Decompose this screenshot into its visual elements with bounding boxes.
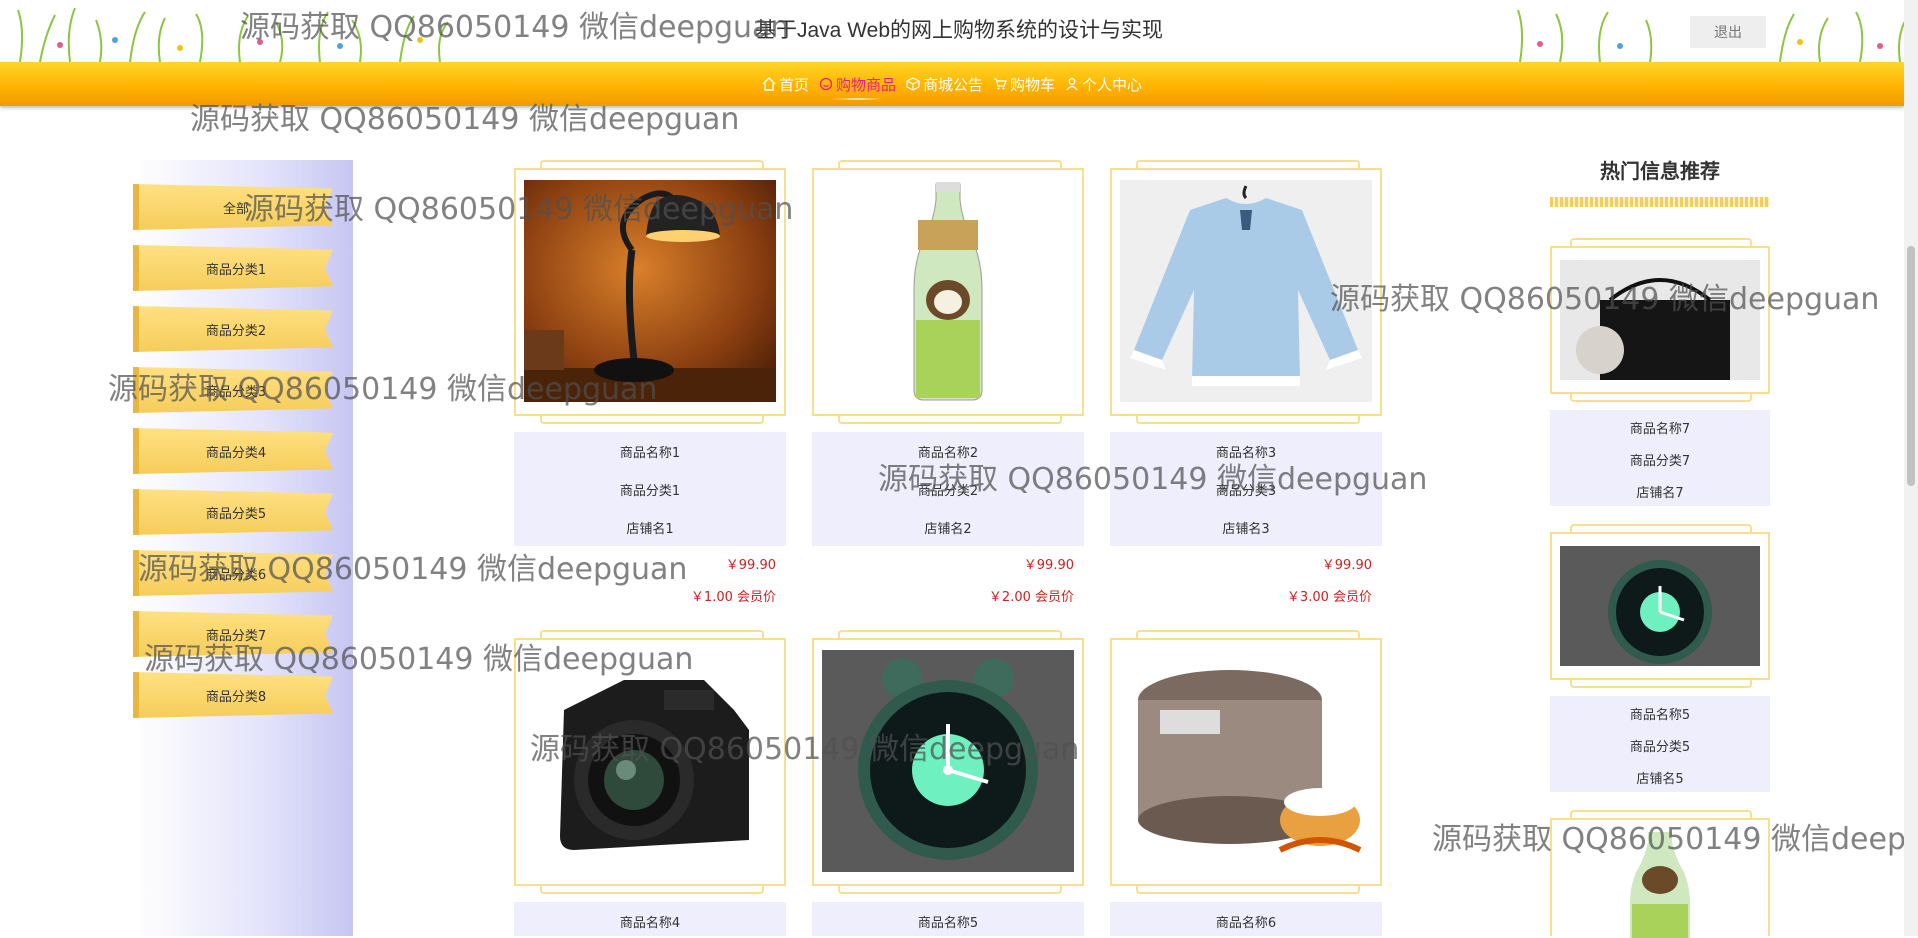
user-icon [1066, 78, 1078, 91]
category-item[interactable]: 商品分类8 [133, 672, 333, 718]
site-title: 基于Java Web的网上购物系统的设计与实现 [755, 19, 1163, 42]
product-info[interactable]: 商品名称6 [1110, 902, 1382, 936]
header: 基于Java Web的网上购物系统的设计与实现 退出 [0, 0, 1918, 62]
nav-label: 首页 [778, 75, 809, 94]
category-all[interactable]: 全部 [133, 184, 333, 230]
recommend-info[interactable]: 商品名称7 商品分类7 店铺名7 [1550, 410, 1770, 506]
category-item[interactable]: 商品分类2 [133, 306, 333, 352]
scrollbar-thumb[interactable] [1907, 246, 1915, 486]
member-price: ￥1.00 会员价 [690, 590, 776, 605]
box-icon [906, 77, 920, 91]
nav-label: 购物商品 [835, 75, 896, 94]
nav-label: 购物车 [1010, 75, 1056, 94]
alarm-clock-image [822, 650, 1074, 872]
product-info[interactable]: 商品名称4 [514, 902, 786, 936]
recommend-card-image[interactable] [1550, 238, 1770, 402]
product-shop: 店铺名1 [626, 522, 674, 537]
product-name: 商品名称4 [619, 916, 681, 931]
product-category: 商品分类3 [1215, 484, 1277, 499]
product-category: 商品分类2 [917, 484, 979, 499]
product-card-image[interactable] [514, 630, 786, 894]
category-item[interactable]: 商品分类7 [133, 611, 333, 657]
main-nav: 首页 购物商品 商城公告 购物车 个人中心 [0, 62, 1904, 106]
product-price: ￥99.90 [725, 558, 776, 573]
product-name: 商品名称5 [917, 916, 979, 931]
category-item[interactable]: 商品分类3 [133, 367, 333, 413]
category-item[interactable]: 商品分类6 [133, 550, 333, 596]
product-info[interactable]: 商品名称5 [812, 902, 1084, 936]
desk-lamp-image [524, 180, 776, 402]
alarm-clock-image [1560, 546, 1760, 666]
product-shop: 店铺名7 [1636, 486, 1684, 501]
category-sidebar: 全部 商品分类1 商品分类2 商品分类3 商品分类4 商品分类5 商品分类6 商… [133, 160, 353, 936]
nav-item-profile[interactable]: 个人中心 [1065, 62, 1142, 106]
smile-icon [819, 77, 833, 91]
nav-item-home[interactable]: 首页 [762, 62, 809, 106]
product-card-image[interactable] [1110, 630, 1382, 894]
rice-cooker-image [1120, 650, 1372, 872]
product-shop: 店铺名3 [1222, 522, 1270, 537]
product-card-image[interactable] [812, 630, 1084, 894]
recommend-info[interactable]: 商品名称5 商品分类5 店铺名5 [1550, 696, 1770, 792]
product-name: 商品名称7 [1629, 422, 1691, 437]
product-name: 商品名称6 [1215, 916, 1277, 931]
nav-item-cart[interactable]: 购物车 [993, 62, 1055, 106]
recommend-card-image[interactable] [1550, 810, 1770, 938]
home-icon [762, 77, 776, 91]
nav-label: 个人中心 [1082, 75, 1143, 94]
product-shop: 店铺名2 [924, 522, 972, 537]
member-price: ￥2.00 会员价 [988, 590, 1074, 605]
recommend-card-image[interactable] [1550, 524, 1770, 688]
logout-button[interactable]: 退出 [1690, 16, 1766, 48]
black-handbag-image [1560, 260, 1760, 380]
product-info[interactable]: 商品名称3 商品分类3 店铺名3 [1110, 432, 1382, 546]
recommend-title: 热门信息推荐 [1600, 159, 1720, 183]
product-name: 商品名称3 [1215, 446, 1277, 461]
product-category: 商品分类7 [1629, 454, 1691, 469]
nav-item-products[interactable]: 购物商品 [819, 62, 896, 106]
nav-label: 商城公告 [922, 75, 983, 94]
product-category: 商品分类1 [619, 484, 681, 499]
product-name: 商品名称1 [619, 446, 681, 461]
product-name: 商品名称2 [917, 446, 979, 461]
product-shop: 店铺名5 [1636, 772, 1684, 787]
canon-camera-image [524, 650, 776, 872]
cart-icon [994, 78, 1007, 90]
category-item[interactable]: 商品分类1 [133, 245, 333, 291]
category-item[interactable]: 商品分类4 [133, 428, 333, 474]
category-item[interactable]: 商品分类5 [133, 489, 333, 535]
product-info[interactable]: 商品名称2 商品分类2 店铺名2 [812, 432, 1084, 546]
coconut-drink-bottle-image [1560, 832, 1760, 938]
recommend-divider [1550, 197, 1770, 207]
product-info[interactable]: 商品名称1 商品分类1 店铺名1 [514, 432, 786, 546]
product-price: ￥99.90 [1321, 558, 1372, 573]
product-price: ￥99.90 [1023, 558, 1074, 573]
member-price: ￥3.00 会员价 [1286, 590, 1372, 605]
blue-blouse-image [1120, 180, 1372, 402]
product-card-image[interactable] [514, 160, 786, 424]
product-category: 商品分类5 [1629, 740, 1691, 755]
coconut-drink-bottle-image [822, 180, 1074, 402]
product-card-image[interactable] [812, 160, 1084, 424]
product-name: 商品名称5 [1629, 708, 1691, 723]
product-card-image[interactable] [1110, 160, 1382, 424]
nav-item-announcements[interactable]: 商城公告 [906, 62, 983, 106]
